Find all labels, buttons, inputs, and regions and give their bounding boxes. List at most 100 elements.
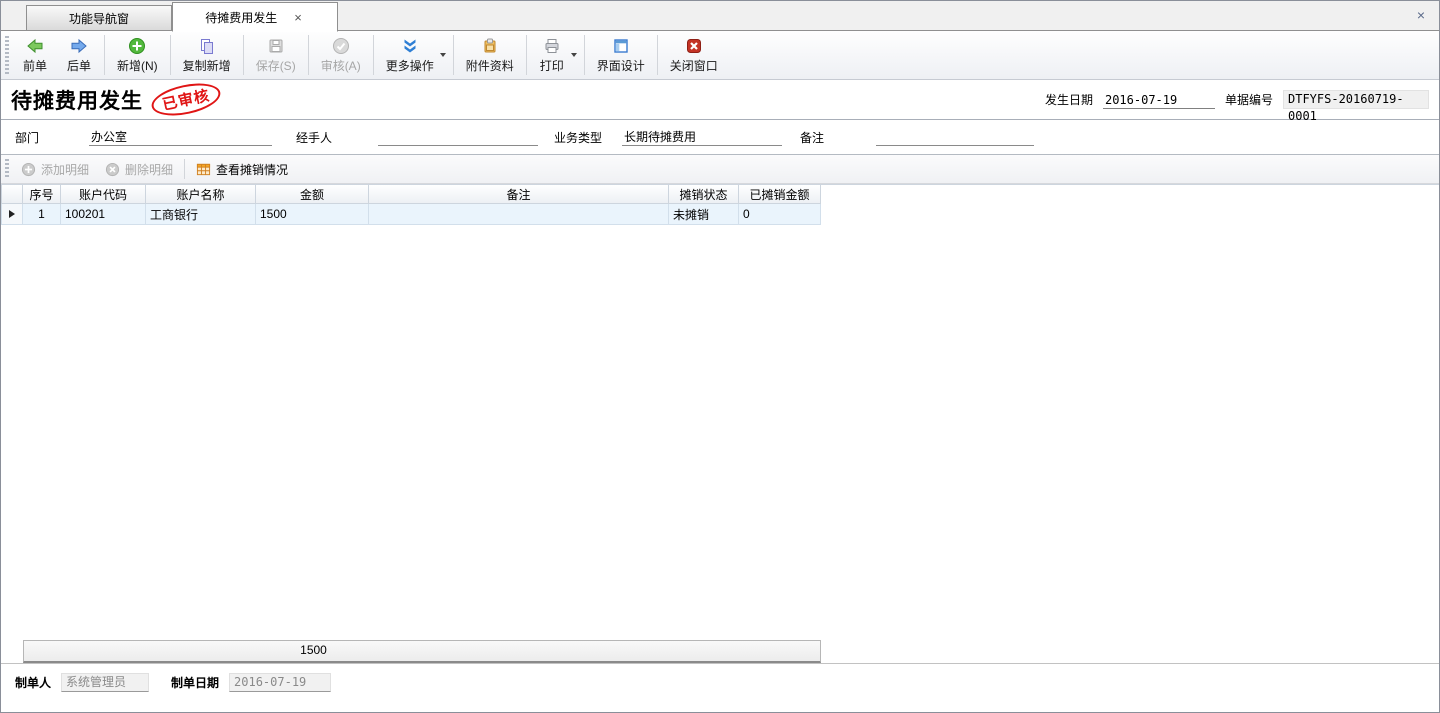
cell-account-code[interactable]: 100201: [61, 204, 146, 225]
copy-icon: [198, 37, 216, 55]
column-header-amort-status[interactable]: 摊销状态: [669, 185, 739, 204]
occur-date-field[interactable]: 2016-07-19: [1103, 91, 1215, 109]
handler-label: 经手人: [296, 129, 332, 146]
add-circle-gray-icon: [21, 162, 36, 177]
button-label: 新增(N): [117, 57, 158, 74]
row-indicator-header: [1, 185, 23, 204]
button-label: 查看摊销情况: [216, 161, 288, 178]
column-header-remark[interactable]: 备注: [369, 185, 669, 204]
next-doc-button[interactable]: 后单: [57, 34, 101, 76]
prev-doc-button[interactable]: 前单: [13, 34, 57, 76]
column-header-account-name[interactable]: 账户名称: [146, 185, 256, 204]
form-row: 部门 办公室 经手人 业务类型 长期待摊费用 备注: [1, 120, 1439, 155]
grid-summary-row: 1500: [1, 640, 1439, 663]
audit-button[interactable]: 审核(A): [312, 34, 370, 76]
add-detail-button[interactable]: 添加明细: [13, 158, 97, 181]
button-label: 复制新增: [183, 57, 231, 74]
creator-field: 系统管理员: [61, 673, 149, 692]
close-red-icon: [685, 37, 703, 55]
row-indicator-cell: [1, 204, 23, 225]
view-amortization-button[interactable]: 查看摊销情况: [188, 158, 296, 181]
toolbar-separator: [243, 35, 244, 75]
attachments-button[interactable]: 附件资料: [457, 34, 523, 76]
toolbar-separator: [308, 35, 309, 75]
cell-amount[interactable]: 1500: [256, 204, 369, 225]
cell-amortized-amount[interactable]: 0: [739, 204, 821, 225]
main-toolbar: 前单 后单 新增(N) 复制新增 保存(S) 审核(A) 更多操: [1, 31, 1439, 80]
button-label: 后单: [67, 57, 91, 74]
current-row-arrow-icon: [9, 210, 15, 218]
ui-design-icon: [612, 37, 630, 55]
print-dropdown-caret[interactable]: [571, 53, 577, 57]
detail-toolbar-grip[interactable]: [5, 159, 9, 179]
column-header-amortized-amount[interactable]: 已摊销金额: [739, 185, 821, 204]
grid-header-row: 序号 账户代码 账户名称 金额 备注 摊销状态 已摊销金额: [1, 184, 1439, 204]
button-label: 保存(S): [256, 57, 296, 74]
button-label: 附件资料: [466, 57, 514, 74]
toolbar-separator: [584, 35, 585, 75]
tab-function-nav[interactable]: 功能导航窗: [26, 5, 172, 31]
tab-close-icon[interactable]: ×: [291, 10, 305, 25]
tab-strip: 功能导航窗 待摊费用发生 × ×: [1, 1, 1439, 31]
toolbar-separator: [657, 35, 658, 75]
arrow-left-icon: [26, 37, 44, 55]
remark-field[interactable]: [876, 128, 1034, 146]
audited-stamp: 已审核: [149, 78, 224, 121]
add-new-button[interactable]: 新增(N): [108, 34, 167, 76]
header-fields: 发生日期 2016-07-19 单据编号 DTFYFS-20160719-000…: [1045, 90, 1429, 109]
printer-icon: [543, 37, 561, 55]
tab-deferred-expense[interactable]: 待摊费用发生 ×: [172, 2, 338, 32]
button-label: 前单: [23, 57, 47, 74]
toolbar-separator: [170, 35, 171, 75]
summary-bar: 1500: [23, 640, 821, 663]
ui-design-button[interactable]: 界面设计: [588, 34, 654, 76]
detail-toolbar-separator: [184, 159, 185, 179]
button-label: 删除明细: [125, 161, 173, 178]
cell-amort-status[interactable]: 未摊销: [669, 204, 739, 225]
create-date-label: 制单日期: [171, 674, 219, 691]
cell-seq[interactable]: 1: [23, 204, 61, 225]
doc-no-label: 单据编号: [1225, 91, 1273, 108]
button-label: 审核(A): [321, 57, 361, 74]
footer-bar: 制单人 系统管理员 制单日期 2016-07-19: [1, 663, 1439, 712]
handler-field[interactable]: [378, 128, 538, 146]
column-header-amount[interactable]: 金额: [256, 185, 369, 204]
grid-empty-area: [1, 225, 1439, 640]
arrow-right-icon: [70, 37, 88, 55]
detail-grid: 序号 账户代码 账户名称 金额 备注 摊销状态 已摊销金额 1 100201 工…: [1, 184, 1439, 663]
toolbar-grip[interactable]: [5, 36, 9, 74]
check-circle-icon: [332, 37, 350, 55]
button-label: 添加明细: [41, 161, 89, 178]
more-actions-button[interactable]: 更多操作: [377, 34, 443, 76]
department-field[interactable]: 办公室: [89, 128, 272, 146]
copy-new-button[interactable]: 复制新增: [174, 34, 240, 76]
business-type-field[interactable]: 长期待摊费用: [622, 128, 782, 146]
window-close-icon[interactable]: ×: [1413, 6, 1429, 24]
column-header-seq[interactable]: 序号: [23, 185, 61, 204]
remark-label: 备注: [800, 129, 824, 146]
page-title: 待摊费用发生: [11, 85, 143, 115]
detail-toolbar: 添加明细 删除明细 查看摊销情况: [1, 155, 1439, 184]
button-label: 更多操作: [386, 57, 434, 74]
tab-label: 待摊费用发生: [205, 9, 277, 26]
toolbar-separator: [104, 35, 105, 75]
tab-label: 功能导航窗: [69, 10, 129, 27]
cell-account-name[interactable]: 工商银行: [146, 204, 256, 225]
save-button[interactable]: 保存(S): [247, 34, 305, 76]
cell-remark[interactable]: [369, 204, 669, 225]
delete-detail-button[interactable]: 删除明细: [97, 158, 181, 181]
toolbar-separator: [526, 35, 527, 75]
table-row[interactable]: 1 100201 工商银行 1500 未摊销 0: [1, 204, 1439, 225]
occur-date-label: 发生日期: [1045, 91, 1093, 108]
double-chevron-down-icon: [401, 37, 419, 55]
print-button[interactable]: 打印: [530, 34, 574, 76]
more-actions-dropdown-caret[interactable]: [440, 53, 446, 57]
business-type-label: 业务类型: [554, 129, 602, 146]
create-date-field: 2016-07-19: [229, 673, 331, 692]
doc-no-field: DTFYFS-20160719-0001: [1283, 90, 1429, 109]
column-header-account-code[interactable]: 账户代码: [61, 185, 146, 204]
toolbar-separator: [453, 35, 454, 75]
close-window-button[interactable]: 关闭窗口: [661, 34, 727, 76]
amortization-grid-icon: [196, 162, 211, 177]
amount-sum: 1500: [257, 643, 370, 657]
